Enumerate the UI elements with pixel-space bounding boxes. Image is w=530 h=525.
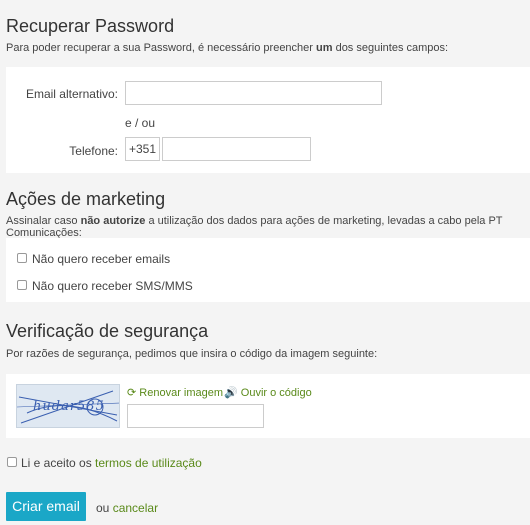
terms-pre: Li e aceito os — [21, 456, 96, 470]
security-panel: hudar585 ⟳ Renovar imagem 🔊 Ouvir o códi… — [6, 374, 530, 438]
renew-image-label: Renovar imagem — [139, 387, 224, 399]
or-label: ou — [96, 501, 110, 515]
captcha-image: hudar585 — [16, 384, 120, 428]
listen-code-label: Ouvir o código — [240, 387, 312, 399]
security-title: Verificação de segurança — [6, 321, 209, 341]
recover-desc-bold: um — [316, 42, 333, 54]
terms-checkbox[interactable] — [7, 457, 17, 467]
marketing-desc-pre: Assinalar caso — [6, 215, 81, 227]
marketing-desc-bold: não autorize — [80, 215, 146, 227]
marketing-panel: Não quero receber emails Não quero receb… — [6, 238, 530, 302]
no-emails-label: Não quero receber emails — [32, 252, 171, 266]
recover-panel: Email alternativo: e / ou Telefone: +351 — [6, 67, 530, 173]
captcha-text: hudar585 — [33, 399, 105, 414]
no-emails-checkbox[interactable] — [17, 253, 27, 263]
speaker-icon: 🔊 — [224, 387, 238, 399]
renew-image-link[interactable]: ⟳ Renovar imagem — [127, 386, 223, 399]
no-sms-checkbox[interactable] — [17, 280, 27, 290]
captcha-input[interactable] — [127, 404, 264, 428]
refresh-icon: ⟳ — [127, 387, 137, 399]
cancel-link[interactable]: cancelar — [113, 501, 158, 515]
recover-description: Para poder recuperar a sua Password, é n… — [6, 42, 448, 54]
marketing-title: Ações de marketing — [6, 189, 166, 209]
phone-prefix: +351 — [125, 137, 160, 161]
security-description: Por razões de segurança, pedimos que ins… — [6, 348, 378, 360]
terms-text: Li e aceito os termos de utilização — [21, 456, 202, 470]
create-email-button[interactable]: Criar email — [6, 492, 86, 521]
listen-code-link[interactable]: 🔊 Ouvir o código — [224, 386, 312, 399]
recover-desc-pre: Para poder recuperar a sua Password, é n… — [6, 42, 317, 54]
terms-link[interactable]: termos de utilização — [95, 456, 202, 470]
email-alt-input[interactable] — [125, 81, 382, 105]
email-label: Email alternativo: — [25, 87, 118, 101]
recover-title: Recuperar Password — [6, 16, 175, 36]
marketing-description: Assinalar caso não autorize a utilização… — [6, 215, 530, 239]
phone-label: Telefone: — [69, 144, 118, 158]
no-sms-label: Não quero receber SMS/MMS — [32, 279, 193, 293]
phone-input[interactable] — [162, 137, 311, 161]
or-text: e / ou — [125, 116, 156, 130]
recover-desc-post: dos seguintes campos: — [332, 42, 449, 54]
actions-row: ou cancelar — [96, 501, 158, 515]
